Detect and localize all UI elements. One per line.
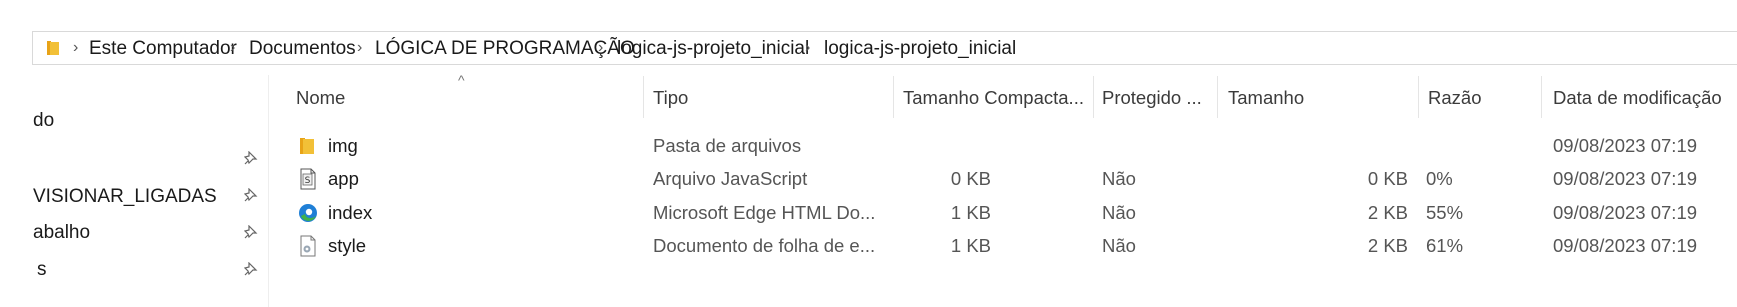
file-size: 2 KB: [1367, 235, 1408, 256]
column-header-size[interactable]: Tamanho: [1228, 87, 1304, 109]
nav-item-label[interactable]: VISIONAR_LIGADAS: [33, 186, 217, 208]
file-name: app: [328, 168, 359, 189]
file-name: img: [328, 135, 358, 156]
nav-item-label[interactable]: s: [37, 259, 47, 281]
chevron-right-icon[interactable]: ›: [357, 39, 362, 57]
breadcrumb-projeto-inicial-current[interactable]: logica-js-projeto_inicial: [824, 38, 1016, 60]
column-divider[interactable]: [1093, 76, 1094, 118]
pin-icon[interactable]: [244, 151, 258, 165]
sort-ascending-icon: ^: [458, 72, 465, 88]
file-compressed-size: 1 KB: [950, 202, 991, 223]
file-row-style[interactable]: style Documento de folha de e... 1 KB Nã…: [290, 229, 1737, 262]
navigation-pane: do VISIONAR_LIGADAS abalho s: [0, 75, 269, 307]
file-type: Pasta de arquivos: [653, 135, 802, 156]
pin-icon[interactable]: [244, 225, 258, 239]
file-protected: Não: [1102, 168, 1136, 189]
column-header-name[interactable]: Nome: [296, 87, 345, 109]
file-ratio: 55%: [1426, 202, 1464, 223]
column-divider[interactable]: [893, 76, 894, 118]
file-ratio: 0%: [1426, 168, 1453, 189]
chevron-right-icon[interactable]: ›: [598, 39, 603, 57]
chevron-right-icon[interactable]: ›: [230, 39, 235, 57]
file-size: 2 KB: [1367, 202, 1408, 223]
file-modified: 09/08/2023 07:19: [1553, 135, 1698, 156]
file-modified: 09/08/2023 07:19: [1553, 202, 1698, 223]
file-ratio: 61%: [1426, 235, 1464, 256]
column-header-date-modified[interactable]: Data de modificação: [1553, 87, 1722, 109]
file-row-index[interactable]: index Microsoft Edge HTML Do... 1 KB Não…: [290, 196, 1737, 229]
pin-icon[interactable]: [244, 262, 258, 276]
file-name: index: [328, 202, 373, 223]
column-divider[interactable]: [1217, 76, 1218, 118]
file-row-app[interactable]: S app Arquivo JavaScript 0 KB Não 0 KB 0…: [290, 162, 1737, 195]
column-divider[interactable]: [643, 76, 644, 118]
column-divider[interactable]: [1541, 76, 1542, 118]
column-header-protected[interactable]: Protegido ...: [1102, 87, 1202, 109]
breadcrumb-projeto-inicial-parent[interactable]: logica-js-projeto_inicial: [617, 38, 809, 60]
css-file-icon: [300, 235, 316, 257]
file-modified: 09/08/2023 07:19: [1553, 235, 1698, 256]
javascript-file-icon: S: [300, 168, 316, 190]
file-name: style: [328, 235, 367, 256]
column-divider[interactable]: [1418, 76, 1419, 118]
column-header-compressed-size[interactable]: Tamanho Compacta...: [903, 87, 1084, 109]
chevron-right-icon[interactable]: ›: [73, 39, 78, 57]
nav-item-label[interactable]: do: [33, 110, 54, 132]
file-type: Documento de folha de e...: [653, 235, 876, 256]
address-bar[interactable]: › Este Computador › Documentos › LÓGICA …: [32, 31, 1737, 65]
breadcrumb-documentos[interactable]: Documentos: [249, 38, 356, 60]
chevron-right-icon[interactable]: ›: [805, 39, 810, 57]
file-protected: Não: [1102, 202, 1136, 223]
file-explorer-window: › Este Computador › Documentos › LÓGICA …: [0, 0, 1737, 307]
breadcrumb-logica-de-programacao[interactable]: LÓGICA DE PROGRAMAÇÃO: [375, 38, 635, 60]
nav-item-label[interactable]: abalho: [33, 222, 90, 244]
column-header-ratio[interactable]: Razão: [1428, 87, 1481, 109]
folder-icon: [300, 138, 314, 154]
edge-html-file-icon: [299, 204, 317, 222]
column-header-type[interactable]: Tipo: [653, 87, 688, 109]
file-size: 0 KB: [1367, 168, 1408, 189]
file-compressed-size: 0 KB: [950, 168, 991, 189]
pin-icon[interactable]: [244, 188, 258, 202]
file-type: Arquivo JavaScript: [653, 168, 808, 189]
svg-text:S: S: [305, 176, 311, 186]
folder-icon: [47, 41, 59, 55]
file-compressed-size: 1 KB: [950, 235, 991, 256]
file-row-img[interactable]: img Pasta de arquivos 09/08/2023 07:19: [290, 129, 1737, 162]
breadcrumb-este-computador[interactable]: Este Computador: [89, 38, 237, 60]
file-type: Microsoft Edge HTML Do...: [653, 202, 876, 223]
file-modified: 09/08/2023 07:19: [1553, 168, 1698, 189]
file-protected: Não: [1102, 235, 1136, 256]
